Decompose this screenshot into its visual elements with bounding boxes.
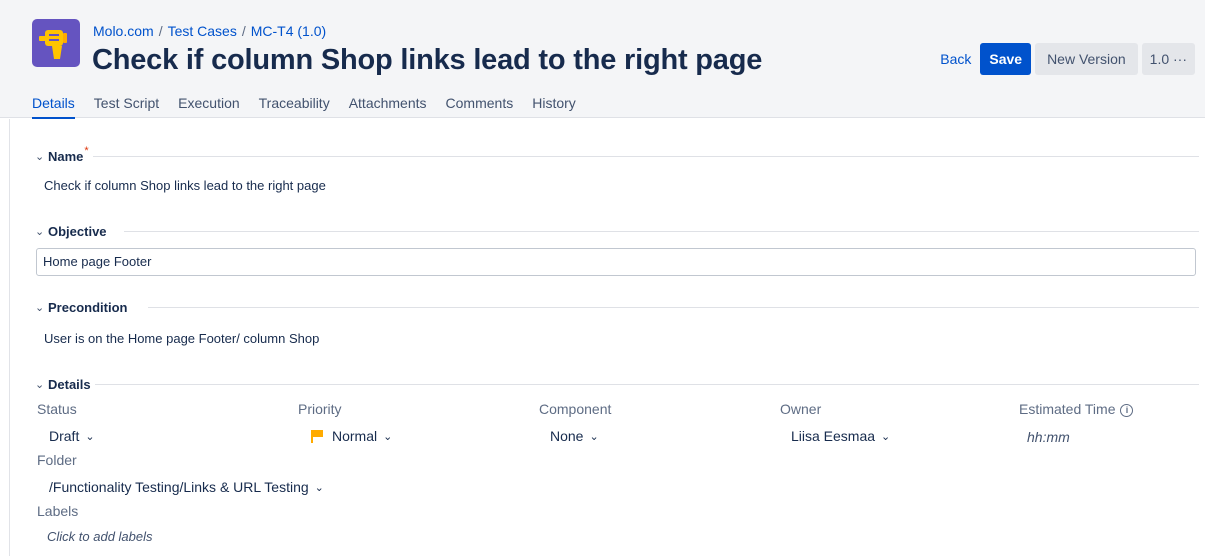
section-divider — [148, 307, 1199, 308]
drill-icon — [39, 30, 67, 59]
breadcrumb-separator: / — [158, 23, 163, 39]
breadcrumb-test-cases-link[interactable]: Test Cases — [168, 23, 237, 39]
chevron-down-icon: ⌄ — [35, 150, 45, 163]
objective-section-title: Objective — [48, 223, 107, 239]
breadcrumb-test-case-key-link[interactable]: MC-T4 (1.0) — [251, 23, 326, 39]
tab-comments[interactable]: Comments — [446, 88, 514, 118]
tab-attachments[interactable]: Attachments — [349, 88, 427, 118]
precondition-section-toggle[interactable]: ⌄ Precondition — [35, 299, 127, 315]
tab-bar: Details Test Script Execution Traceabili… — [32, 88, 576, 119]
header-actions: Back Save New Version 1.0 ··· — [935, 43, 1195, 75]
owner-value: Liisa Eesmaa — [791, 428, 876, 444]
info-icon[interactable]: i — [1120, 404, 1134, 417]
component-value: None — [550, 428, 584, 444]
objective-section-toggle[interactable]: ⌄ Objective — [35, 223, 107, 239]
tab-history[interactable]: History — [532, 88, 576, 118]
priority-value: Normal — [332, 428, 378, 444]
chevron-down-icon: ⌄ — [314, 481, 324, 494]
save-button[interactable]: Save — [980, 43, 1032, 75]
back-button[interactable]: Back — [935, 43, 976, 75]
tab-details[interactable]: Details — [32, 88, 75, 119]
required-marker: * — [84, 145, 89, 157]
precondition-section-title: Precondition — [48, 299, 128, 315]
breadcrumb-separator: / — [241, 23, 246, 39]
name-value[interactable]: Check if column Shop links lead to the r… — [44, 178, 326, 193]
priority-label: Priority — [298, 401, 342, 417]
name-section-title: Name — [48, 148, 84, 164]
estimated-time-input[interactable]: hh:mm — [1027, 429, 1070, 445]
section-divider — [124, 231, 1199, 232]
chevron-down-icon: ⌄ — [35, 378, 45, 391]
chevron-down-icon: ⌄ — [383, 430, 393, 443]
status-value: Draft — [49, 428, 80, 444]
tab-execution[interactable]: Execution — [178, 88, 239, 118]
details-section-title: Details — [48, 376, 91, 392]
chevron-down-icon: ⌄ — [589, 430, 599, 443]
section-divider — [95, 384, 1199, 385]
breadcrumb-project-link[interactable]: Molo.com — [93, 23, 154, 39]
owner-label: Owner — [780, 401, 822, 417]
priority-dropdown[interactable]: Normal ⌄ — [311, 428, 392, 444]
estimated-time-label-text: Estimated Time — [1019, 401, 1116, 417]
labels-input[interactable]: Click to add labels — [47, 529, 153, 544]
chevron-down-icon: ⌄ — [35, 301, 45, 314]
details-section-toggle[interactable]: ⌄ Details — [35, 376, 91, 392]
objective-editor[interactable]: Home page Footer — [36, 248, 1196, 276]
folder-label: Folder — [37, 452, 77, 468]
chevron-down-icon: ⌄ — [85, 430, 95, 443]
labels-label: Labels — [37, 503, 79, 519]
chevron-down-icon: ⌄ — [35, 225, 45, 238]
section-divider — [93, 156, 1199, 157]
chevron-down-icon: ⌄ — [881, 430, 891, 443]
component-dropdown[interactable]: None ⌄ — [550, 428, 599, 444]
version-menu-button[interactable]: 1.0 ··· — [1141, 43, 1195, 75]
owner-dropdown[interactable]: Liisa Eesmaa ⌄ — [791, 428, 890, 444]
priority-flag-icon — [311, 429, 323, 443]
project-avatar[interactable] — [32, 19, 80, 67]
estimated-time-label: Estimated Time i — [1019, 401, 1134, 418]
new-version-button[interactable]: New Version — [1035, 43, 1138, 75]
precondition-value[interactable]: User is on the Home page Footer/ column … — [44, 331, 319, 346]
page-title[interactable]: Check if column Shop links lead to the r… — [92, 44, 762, 77]
breadcrumb: Molo.com / Test Cases / MC-T4 (1.0) — [93, 23, 326, 39]
tab-traceability[interactable]: Traceability — [259, 88, 330, 118]
status-label: Status — [37, 401, 77, 417]
name-section-toggle[interactable]: ⌄ Name * — [35, 145, 89, 164]
tab-test-script[interactable]: Test Script — [94, 88, 159, 118]
folder-value: /Functionality Testing/Links & URL Testi… — [49, 479, 309, 495]
folder-dropdown[interactable]: /Functionality Testing/Links & URL Testi… — [49, 479, 324, 495]
component-label: Component — [539, 401, 612, 417]
panel-divider — [9, 119, 10, 556]
status-dropdown[interactable]: Draft ⌄ — [49, 428, 95, 444]
